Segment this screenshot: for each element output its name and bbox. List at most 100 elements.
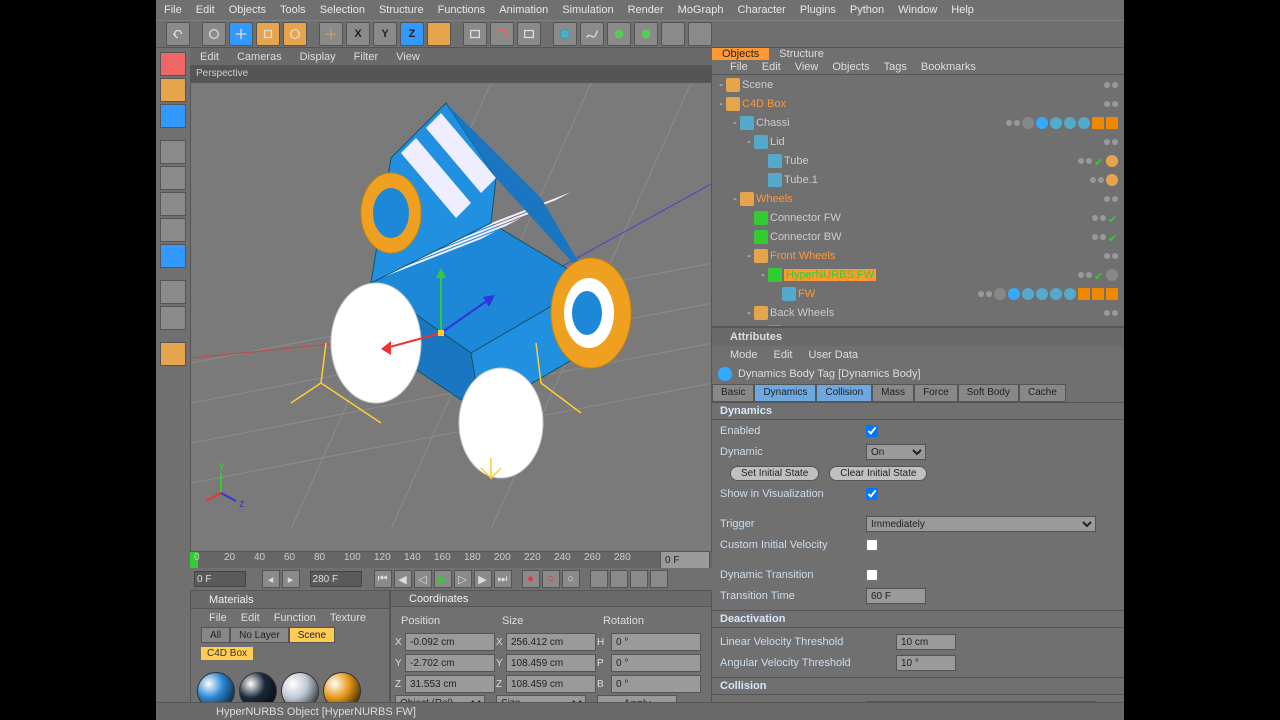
tree-item-scene[interactable]: -Scene xyxy=(712,75,1124,94)
axis-icon[interactable] xyxy=(319,22,343,46)
dyn-trans-checkbox[interactable] xyxy=(866,569,878,581)
vis-dot-icon[interactable] xyxy=(1006,120,1012,126)
custom-vel-checkbox[interactable] xyxy=(866,539,878,551)
render-dot-icon[interactable] xyxy=(1014,120,1020,126)
play-icon[interactable]: ▶ xyxy=(434,570,452,588)
tag-tex-icon[interactable] xyxy=(1106,269,1118,281)
z-lock-icon[interactable]: Z xyxy=(400,22,424,46)
expand-icon[interactable]: - xyxy=(730,117,740,129)
trigger-select[interactable]: Immediately xyxy=(866,516,1096,532)
undo-icon[interactable] xyxy=(166,22,190,46)
vis-dot-icon[interactable] xyxy=(1104,139,1110,145)
matfilter-no-layer[interactable]: No Layer xyxy=(230,627,289,643)
vis-dot-icon[interactable] xyxy=(1104,310,1110,316)
vis-dot-icon[interactable] xyxy=(1104,101,1110,107)
matfilter-all[interactable]: All xyxy=(201,627,230,643)
tree-item-tube-1[interactable]: Tube.1 xyxy=(712,170,1124,189)
matmenu-function[interactable]: Function xyxy=(274,612,316,624)
autokey-icon[interactable]: ○ xyxy=(542,570,560,588)
current-frame-side[interactable] xyxy=(660,551,710,569)
next-frame-icon[interactable]: ▷ xyxy=(454,570,472,588)
point-mode-icon[interactable] xyxy=(160,140,186,164)
workplane-icon[interactable] xyxy=(160,342,186,366)
tree-item-fw[interactable]: FW xyxy=(712,284,1124,303)
record-icon[interactable]: ● xyxy=(522,570,540,588)
end-frame-field[interactable] xyxy=(310,571,362,587)
goto-end-icon[interactable]: ▸ xyxy=(282,570,300,588)
attrtab-cache[interactable]: Cache xyxy=(1019,384,1066,402)
rotate-icon[interactable] xyxy=(283,22,307,46)
tag-sph-icon[interactable] xyxy=(1064,117,1076,129)
menu-tools[interactable]: Tools xyxy=(280,4,306,16)
key-scale-icon[interactable] xyxy=(610,570,628,588)
first-frame-icon[interactable]: ⏮ xyxy=(374,570,392,588)
tag-sph-icon[interactable] xyxy=(1022,288,1034,300)
enable-check-icon[interactable]: ✔ xyxy=(1094,156,1104,166)
tree-item-wheels[interactable]: -Wheels xyxy=(712,189,1124,208)
tag-sph-icon[interactable] xyxy=(1064,288,1076,300)
key-param-icon[interactable] xyxy=(650,570,668,588)
tree-item-chassi[interactable]: -Chassi xyxy=(712,113,1124,132)
lin-vel-field[interactable] xyxy=(896,634,956,650)
render-dot-icon[interactable] xyxy=(1112,196,1118,202)
ommenu-view[interactable]: View xyxy=(795,61,819,73)
coord-Y-rot[interactable] xyxy=(611,654,701,672)
expand-icon[interactable]: - xyxy=(716,98,726,110)
vis-dot-icon[interactable] xyxy=(1078,158,1084,164)
matmenu-edit[interactable]: Edit xyxy=(241,612,260,624)
coord-Z-rot[interactable] xyxy=(611,675,701,693)
tag-tex-icon[interactable] xyxy=(994,288,1006,300)
vis-dot-icon[interactable] xyxy=(1092,234,1098,240)
ommenu-file[interactable]: File xyxy=(730,61,748,73)
current-frame-field[interactable] xyxy=(194,571,246,587)
tag-warn-icon[interactable] xyxy=(1092,117,1104,129)
omtab-structure[interactable]: Structure xyxy=(769,48,834,60)
goto-start-icon[interactable]: ◂ xyxy=(262,570,280,588)
keysel-icon[interactable]: ○ xyxy=(562,570,580,588)
coord-Y-pos[interactable] xyxy=(405,654,495,672)
menu-python[interactable]: Python xyxy=(850,4,884,16)
render-dot-icon[interactable] xyxy=(1100,215,1106,221)
show-vis-checkbox[interactable] xyxy=(866,488,878,500)
expand-icon[interactable]: - xyxy=(744,250,754,262)
menu-selection[interactable]: Selection xyxy=(320,4,365,16)
poly-mode-icon[interactable] xyxy=(160,192,186,216)
set-initial-state-button[interactable]: Set Initial State xyxy=(730,466,819,481)
tag-sph-icon[interactable] xyxy=(1050,288,1062,300)
prev-key-icon[interactable]: ◀ xyxy=(394,570,412,588)
tag-tex-icon[interactable] xyxy=(1022,117,1034,129)
render-region-icon[interactable] xyxy=(490,22,514,46)
attrtab-dynamics[interactable]: Dynamics xyxy=(754,384,816,402)
render-dot-icon[interactable] xyxy=(1112,101,1118,107)
vis-dot-icon[interactable] xyxy=(1090,177,1096,183)
coord-Y-size[interactable] xyxy=(506,654,596,672)
vis-dot-icon[interactable] xyxy=(1104,253,1110,259)
matmenu-texture[interactable]: Texture xyxy=(330,612,366,624)
render-icon[interactable] xyxy=(463,22,487,46)
viewport[interactable]: y z xyxy=(190,82,712,552)
tag-gold-icon[interactable] xyxy=(1106,155,1118,167)
snap-icon[interactable] xyxy=(160,280,186,304)
coord-X-pos[interactable] xyxy=(405,633,495,651)
object-mode-icon[interactable] xyxy=(160,104,186,128)
tree-item-tube[interactable]: Tube✔ xyxy=(712,151,1124,170)
ommenu-bookmarks[interactable]: Bookmarks xyxy=(921,61,976,73)
dynamic-select[interactable]: On xyxy=(866,444,926,460)
matmenu-file[interactable]: File xyxy=(209,612,227,624)
ommenu-edit[interactable]: Edit xyxy=(762,61,781,73)
menu-structure[interactable]: Structure xyxy=(379,4,424,16)
attrmenu-user-data[interactable]: User Data xyxy=(809,349,859,361)
object-tree[interactable]: -Scene-C4D Box-Chassi-LidTube✔Tube.1-Whe… xyxy=(712,75,1124,327)
tree-item-back-wheels[interactable]: -Back Wheels xyxy=(712,303,1124,322)
tree-item-hypernurbs-fw[interactable]: -HyperNURBS FW✔ xyxy=(712,265,1124,284)
primitive-icon[interactable] xyxy=(553,22,577,46)
tag-sph-icon[interactable] xyxy=(1078,117,1090,129)
enable-check-icon[interactable]: ✔ xyxy=(1108,232,1118,242)
ang-vel-field[interactable] xyxy=(896,655,956,671)
spline-icon[interactable] xyxy=(580,22,604,46)
menu-objects[interactable]: Objects xyxy=(229,4,266,16)
uv-point-icon[interactable] xyxy=(160,218,186,242)
enable-check-icon[interactable]: ✔ xyxy=(1094,270,1104,280)
vpmenu-view[interactable]: View xyxy=(396,51,420,63)
menu-render[interactable]: Render xyxy=(628,4,664,16)
